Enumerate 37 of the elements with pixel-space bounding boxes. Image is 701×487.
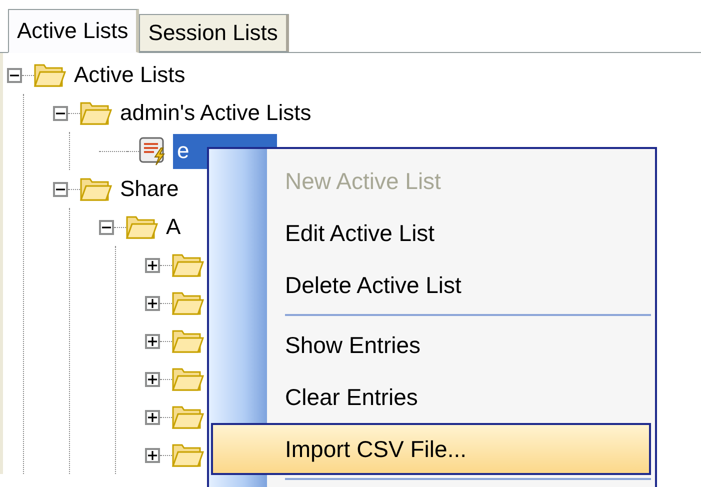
collapse-toggle[interactable] — [7, 68, 22, 82]
tree-item[interactable]: A — [162, 210, 187, 244]
plus-icon — [148, 298, 157, 308]
plus-icon — [148, 260, 157, 270]
collapse-toggle[interactable] — [53, 106, 68, 120]
folder-icon — [172, 366, 204, 392]
tab[interactable]: Session Lists — [139, 14, 289, 52]
menu-item[interactable]: Show Entries — [267, 319, 655, 371]
collapse-toggle[interactable] — [53, 182, 68, 196]
expand-toggle[interactable] — [145, 448, 160, 462]
menu-item[interactable]: Import CSV File... — [211, 423, 651, 475]
plus-icon — [148, 374, 157, 384]
folder-icon — [172, 328, 204, 354]
tree-item[interactable]: Share — [116, 172, 185, 206]
expand-toggle[interactable] — [145, 410, 160, 424]
tree-item[interactable]: Active Lists — [70, 58, 192, 92]
folder-icon — [172, 404, 204, 430]
folder-icon — [172, 290, 204, 316]
tree-item[interactable]: admin's Active Lists — [116, 96, 318, 130]
folder-icon — [34, 62, 66, 88]
plus-icon — [148, 412, 157, 422]
menu-item[interactable]: Edit Active List — [267, 207, 655, 259]
folder-icon — [172, 442, 204, 468]
folder-icon — [172, 252, 204, 278]
folder-icon — [80, 100, 112, 126]
plus-icon — [148, 336, 157, 346]
expand-toggle[interactable] — [145, 334, 160, 348]
menu-item[interactable]: Delete Active List — [267, 259, 655, 311]
expand-toggle[interactable] — [145, 258, 160, 272]
menu-item[interactable]: Clear Entries — [267, 371, 655, 423]
expand-toggle[interactable] — [145, 296, 160, 310]
collapse-toggle[interactable] — [99, 220, 114, 234]
plus-icon — [148, 450, 157, 460]
tab[interactable]: Active Lists — [8, 9, 140, 53]
expand-toggle[interactable] — [145, 372, 160, 386]
folder-icon — [126, 214, 158, 240]
folder-icon — [80, 176, 112, 202]
